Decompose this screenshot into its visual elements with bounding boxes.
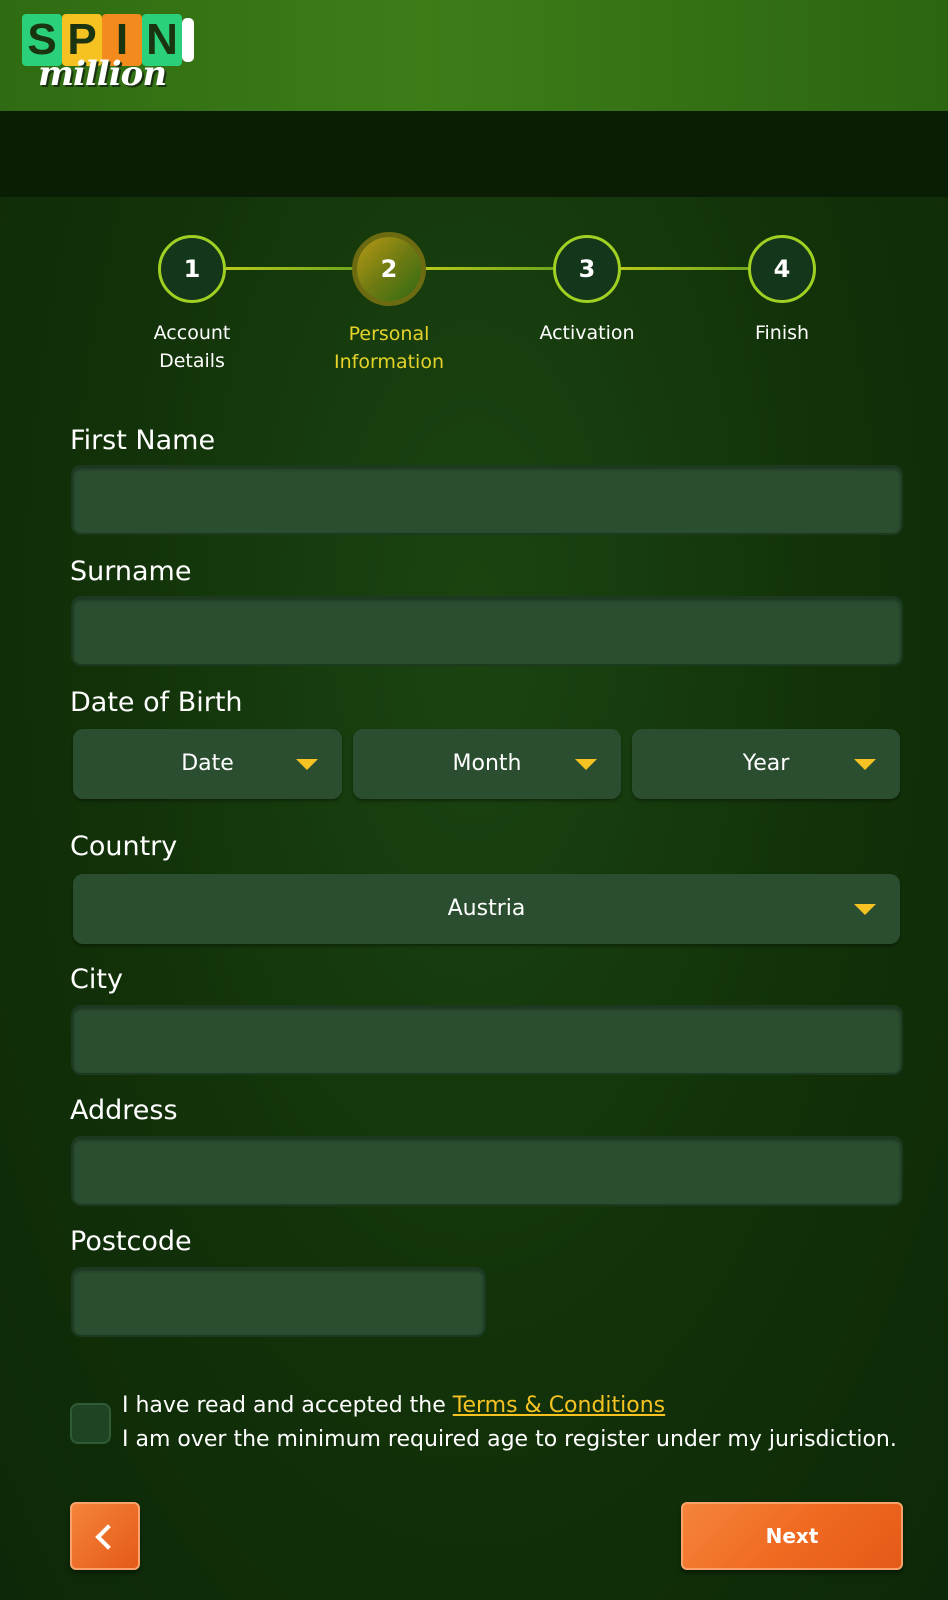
chevron-down-icon xyxy=(296,759,318,770)
step-3-label: Activation xyxy=(517,319,657,347)
step-1-label-line2: Details xyxy=(159,350,225,372)
first-name-input[interactable] xyxy=(71,465,903,535)
step-2-label-line2: Information xyxy=(334,351,444,373)
address-input[interactable] xyxy=(71,1136,903,1206)
chevron-left-icon xyxy=(95,1524,121,1550)
step-3-label-line1: Activation xyxy=(539,322,635,344)
step-finish: 4 Finish xyxy=(712,235,852,347)
city-input[interactable] xyxy=(71,1005,903,1075)
logo-exclamation-icon xyxy=(182,18,194,62)
site-header: S P I N million xyxy=(0,0,948,111)
step-4-circle: 4 xyxy=(748,235,816,303)
step-3-circle: 3 xyxy=(553,235,621,303)
city-label: City xyxy=(70,964,123,995)
header-band xyxy=(0,111,948,197)
registration-steps: 1 Account Details 2 Personal Information… xyxy=(0,217,948,377)
first-name-label: First Name xyxy=(70,425,216,456)
country-label: Country xyxy=(70,831,178,862)
spin-million-logo[interactable]: S P I N million xyxy=(22,10,200,100)
terms-conditions-link[interactable]: Terms & Conditions xyxy=(453,1393,665,1418)
terms-checkbox[interactable] xyxy=(70,1403,111,1444)
chevron-down-icon xyxy=(854,904,876,915)
next-button[interactable]: Next xyxy=(681,1502,903,1570)
dob-month-select[interactable]: Month xyxy=(353,729,621,799)
back-button[interactable] xyxy=(70,1502,140,1570)
step-1-label-line1: Account xyxy=(153,322,231,344)
dob-date-select[interactable]: Date xyxy=(73,729,342,799)
terms-text: I have read and accepted the Terms & Con… xyxy=(122,1389,897,1457)
postcode-input[interactable] xyxy=(71,1267,486,1337)
chevron-down-icon xyxy=(854,759,876,770)
chevron-down-icon xyxy=(575,759,597,770)
step-account-details: 1 Account Details xyxy=(122,235,262,375)
step-2-label-line1: Personal xyxy=(348,323,430,345)
step-activation: 3 Activation xyxy=(517,235,657,347)
step-4-label-line1: Finish xyxy=(754,322,810,344)
step-1-label: Account Details xyxy=(122,319,262,375)
terms-prefix: I have read and accepted the xyxy=(122,1393,453,1418)
postcode-label: Postcode xyxy=(70,1226,192,1257)
terms-line-1: I have read and accepted the Terms & Con… xyxy=(122,1389,897,1423)
address-label: Address xyxy=(70,1095,178,1126)
registration-form-area: 1 Account Details 2 Personal Information… xyxy=(0,197,948,1600)
step-personal-information: 2 Personal Information xyxy=(319,232,459,376)
surname-input[interactable] xyxy=(71,596,903,666)
date-of-birth-label: Date of Birth xyxy=(70,687,243,718)
country-value: Austria xyxy=(447,896,526,921)
step-1-circle: 1 xyxy=(158,235,226,303)
logo-word: million xyxy=(38,54,167,94)
country-select[interactable]: Austria xyxy=(73,874,900,944)
step-2-circle: 2 xyxy=(352,232,426,306)
terms-line-2: I am over the minimum required age to re… xyxy=(122,1427,897,1452)
surname-label: Surname xyxy=(70,556,192,587)
step-4-label: Finish xyxy=(712,319,852,347)
step-2-label: Personal Information xyxy=(319,320,459,376)
dob-year-select[interactable]: Year xyxy=(632,729,900,799)
